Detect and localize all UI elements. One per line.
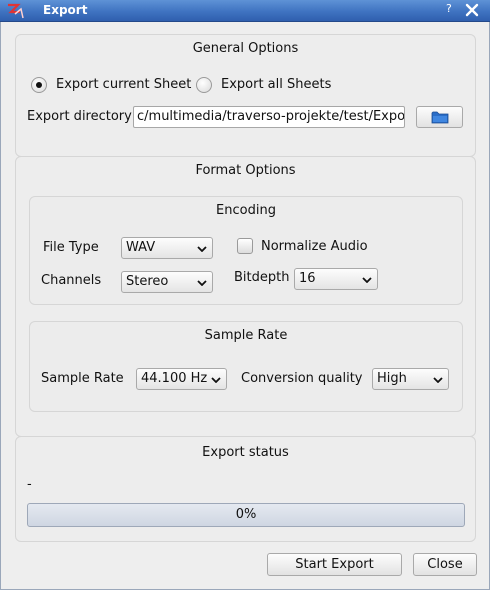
file-type-select[interactable]: WAV	[121, 237, 213, 259]
export-current-sheet-label[interactable]: Export current Sheet	[56, 77, 191, 92]
export-directory-label: Export directory	[27, 109, 132, 124]
general-options-title: General Options	[192, 41, 299, 56]
export-status-group: Export status - 0%	[15, 436, 476, 542]
sample-rate-value: 44.100 Hz	[141, 371, 208, 386]
general-options-group: General Options Export current Sheet Exp…	[15, 34, 476, 157]
chevron-down-icon	[362, 277, 372, 283]
folder-icon	[431, 111, 448, 124]
conversion-quality-label: Conversion quality	[241, 371, 363, 386]
export-dialog: General Options Export current Sheet Exp…	[0, 22, 490, 590]
bitdepth-label: Bitdepth	[234, 270, 290, 285]
channels-label: Channels	[41, 273, 102, 288]
export-directory-input[interactable]: c/multimedia/traverso-projekte/test/Expo…	[133, 106, 405, 128]
close-icon[interactable]	[465, 3, 479, 17]
normalize-audio-checkbox[interactable]	[237, 238, 253, 254]
sample-rate-select[interactable]: 44.100 Hz	[136, 368, 227, 390]
chevron-down-icon	[211, 377, 221, 383]
bitdepth-value: 16	[299, 271, 316, 286]
export-all-sheets-radio[interactable]	[196, 77, 212, 93]
export-status-title: Export status	[202, 445, 289, 460]
help-button[interactable]: ?	[446, 2, 452, 15]
sample-rate-label: Sample Rate	[41, 371, 124, 386]
format-options-group: Format Options Encoding File Type WAV No…	[15, 156, 476, 437]
normalize-audio-label[interactable]: Normalize Audio	[261, 239, 368, 254]
window-title: Export	[43, 3, 88, 17]
bitdepth-select[interactable]: 16	[294, 268, 378, 290]
close-button[interactable]: Close	[413, 553, 477, 576]
export-status-message: -	[27, 477, 32, 492]
sample-rate-title: Sample Rate	[204, 328, 288, 343]
chevron-down-icon	[433, 377, 443, 383]
start-export-button[interactable]: Start Export	[267, 553, 402, 576]
conversion-quality-select[interactable]: High	[372, 368, 449, 390]
sample-rate-group: Sample Rate Sample Rate 44.100 Hz Conver…	[29, 321, 463, 412]
browse-directory-button[interactable]	[416, 106, 463, 128]
title-bar[interactable]: Export ?	[0, 0, 490, 22]
file-type-label: File Type	[43, 240, 99, 255]
traverso-app-icon	[8, 3, 24, 19]
encoding-title: Encoding	[216, 203, 276, 218]
export-progress-text: 0%	[235, 507, 257, 522]
encoding-group: Encoding File Type WAV Normalize Audio C…	[29, 196, 463, 305]
format-options-title: Format Options	[195, 163, 296, 178]
export-all-sheets-label[interactable]: Export all Sheets	[221, 77, 331, 92]
channels-select[interactable]: Stereo	[121, 271, 213, 293]
chevron-down-icon	[197, 280, 207, 286]
export-current-sheet-radio[interactable]	[31, 77, 47, 93]
conversion-quality-value: High	[377, 371, 407, 386]
file-type-value: WAV	[126, 240, 156, 255]
channels-value: Stereo	[126, 274, 169, 289]
chevron-down-icon	[197, 246, 207, 252]
export-progress-bar: 0%	[27, 503, 465, 527]
